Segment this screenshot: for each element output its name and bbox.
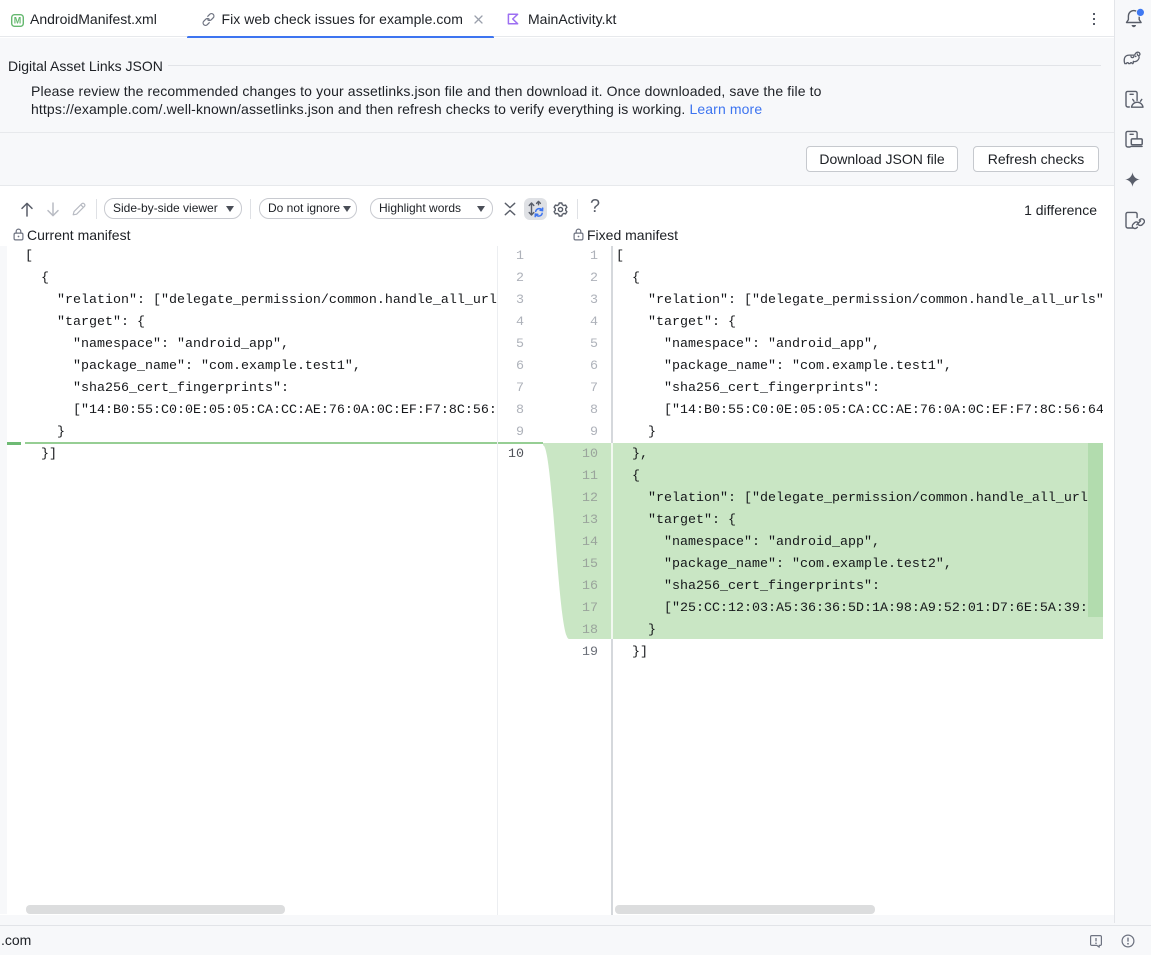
svg-text:M: M	[14, 15, 22, 25]
